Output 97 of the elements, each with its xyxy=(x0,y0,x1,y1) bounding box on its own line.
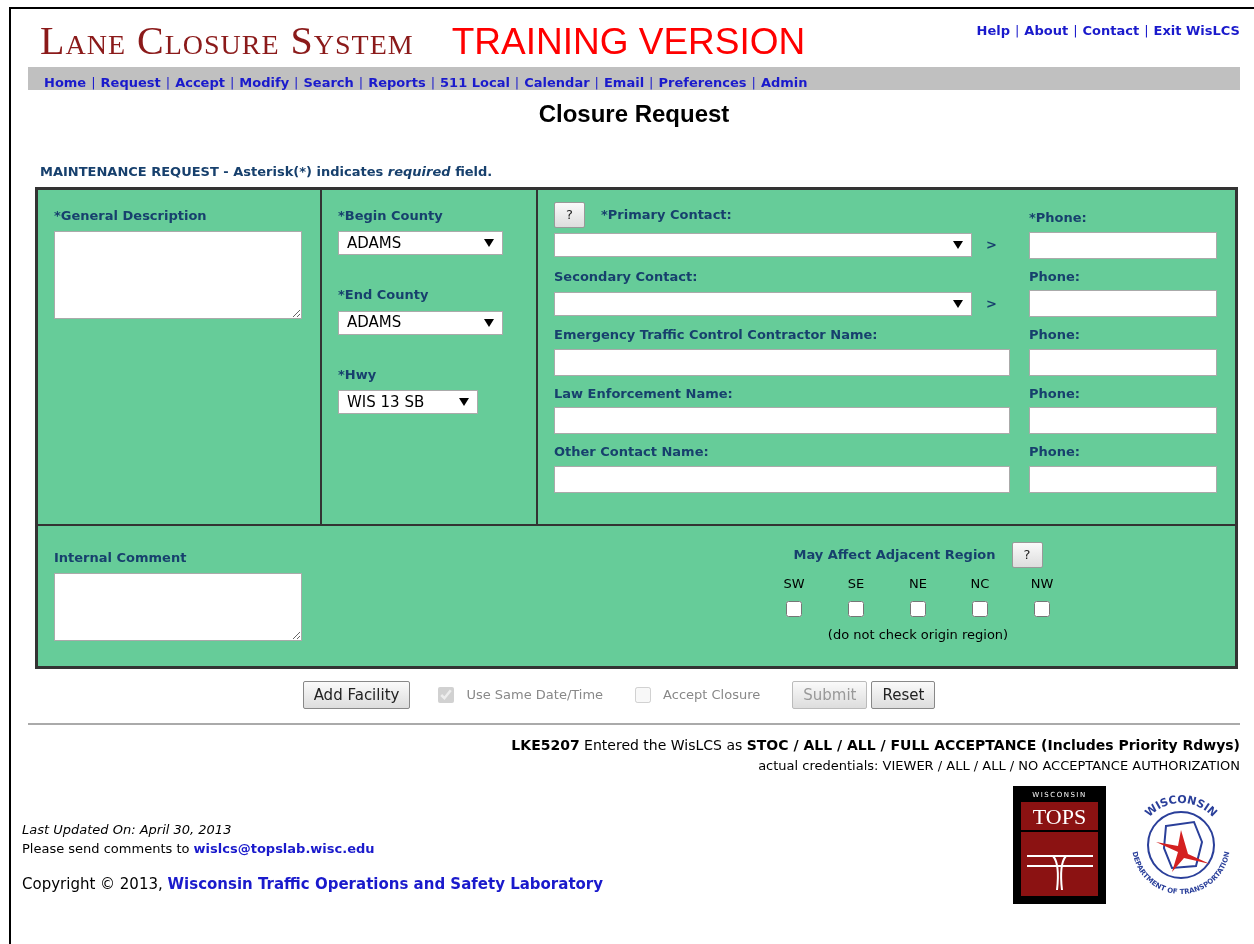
arrow-text: > xyxy=(986,294,997,313)
nav-link[interactable]: Email xyxy=(604,75,645,90)
separator: | xyxy=(1144,23,1149,38)
name-field[interactable] xyxy=(554,465,1010,493)
separator: | xyxy=(514,75,520,90)
org-link[interactable]: Wisconsin Traffic Operations and Safety Laboratory xyxy=(167,874,604,893)
training-title: TRAINING VERSION xyxy=(451,23,806,64)
select-value: ADAMS xyxy=(347,232,402,254)
field-label: Phone: xyxy=(1029,326,1081,344)
separator: | xyxy=(294,75,299,90)
field-label: *Begin County xyxy=(338,206,444,225)
nav-link[interactable]: Modify xyxy=(239,75,290,90)
phone-field[interactable] xyxy=(1029,231,1217,259)
name-field[interactable] xyxy=(554,407,1010,434)
separator: | xyxy=(1073,23,1078,38)
field-label: *Hwy xyxy=(338,365,378,384)
select-value: ADAMS xyxy=(347,312,402,334)
option-label: Use Same Date/Time xyxy=(466,686,604,704)
region-label: NW xyxy=(1030,574,1054,593)
site-title: Lane Closure System xyxy=(40,21,414,65)
separator: | xyxy=(1014,23,1020,38)
separator: | xyxy=(430,75,436,90)
nav-link[interactable]: Preferences xyxy=(658,75,747,90)
help-button[interactable]: ? xyxy=(1011,541,1043,568)
field-label: Phone: xyxy=(1029,384,1081,403)
nav-link[interactable]: Request xyxy=(100,75,161,90)
form-note: MAINTENANCE REQUEST - Asterisk(*) indicates required field. xyxy=(40,163,494,181)
header-link[interactable]: Help xyxy=(976,23,1010,38)
caret-icon xyxy=(953,298,963,309)
separator: | xyxy=(358,75,364,90)
field-label: *General Description xyxy=(54,206,208,225)
caret-icon xyxy=(484,317,494,328)
contact-email[interactable]: wislcs@topslab.wisc.edu xyxy=(193,841,375,856)
nav-link[interactable]: Calendar xyxy=(524,75,590,90)
field-label: May Affect Adjacent Region xyxy=(793,545,996,564)
comment-field[interactable] xyxy=(54,573,302,641)
comment-note: Please send comments to wislcs@topslab.wisc.edu xyxy=(22,840,376,858)
phone-field[interactable] xyxy=(1029,290,1217,317)
field-label: Internal Comment xyxy=(54,548,188,567)
region-label: SE xyxy=(847,574,865,593)
hint-text: (do not check origin region) xyxy=(827,626,1009,644)
region-checkbox[interactable] xyxy=(910,601,926,617)
nav-link[interactable]: Search xyxy=(303,75,354,90)
field-label: Phone: xyxy=(1029,267,1081,286)
region-label: NC xyxy=(970,574,990,593)
region-checkbox[interactable] xyxy=(848,601,864,617)
region-checkbox[interactable] xyxy=(786,601,802,617)
field-label: *End County xyxy=(338,286,430,304)
action-button[interactable]: Reset xyxy=(871,680,936,709)
separator: | xyxy=(751,75,756,90)
option-label: Accept Closure xyxy=(663,686,761,704)
field-label: Emergency Traffic Control Contractor Name: xyxy=(554,326,878,344)
nav-link[interactable]: Accept xyxy=(175,75,225,90)
credentials-info: actual credentials: VIEWER / ALL / ALL / NO ACCEPTANCE AUTHORIZATION xyxy=(757,757,1240,775)
separator: | xyxy=(91,75,96,90)
select-field[interactable] xyxy=(554,291,972,316)
field-label: Law Enforcement Name: xyxy=(554,384,733,403)
name-field[interactable] xyxy=(554,348,1010,376)
separator: | xyxy=(594,75,599,90)
phone-field[interactable] xyxy=(1029,407,1217,434)
caret-icon xyxy=(953,240,963,250)
region-checkbox[interactable] xyxy=(972,601,988,617)
select-field[interactable]: ADAMS xyxy=(338,231,503,255)
select-field[interactable]: ADAMS xyxy=(338,310,503,335)
separator: | xyxy=(165,75,171,90)
field-label: *Primary Contact: xyxy=(601,205,732,224)
select-field[interactable]: WIS 13 SB xyxy=(338,390,478,414)
separator: | xyxy=(229,75,235,90)
action-button[interactable]: Add Facility xyxy=(302,680,411,709)
page-title: Closure Request xyxy=(537,99,731,129)
region-label: NE xyxy=(909,574,927,593)
header-link[interactable]: Contact xyxy=(1082,23,1140,38)
nav-link[interactable]: Home xyxy=(44,75,87,90)
copyright-note: Copyright © 2013, Wisconsin Traffic Operations and Safety Laboratory xyxy=(22,873,604,895)
field-label: *Phone: xyxy=(1029,209,1088,227)
description-field[interactable] xyxy=(54,231,302,319)
caret-icon xyxy=(459,397,469,407)
separator: | xyxy=(649,75,654,90)
field-label: Phone: xyxy=(1029,443,1081,461)
field-label: Secondary Contact: xyxy=(554,267,698,286)
header-link[interactable]: Exit WisLCS xyxy=(1153,23,1240,38)
field-label: Other Contact Name: xyxy=(554,443,709,461)
arrow-text: > xyxy=(986,236,997,255)
nav-link[interactable]: Admin xyxy=(760,75,808,90)
session-info: LKE5207 Entered the WisLCS as STOC / ALL / ALL / FULL ACCEPTANCE (Includes Priority Rdwys) xyxy=(510,736,1240,755)
select-value: WIS 13 SB xyxy=(347,391,425,413)
nav-link[interactable]: Reports xyxy=(368,75,426,90)
caret-icon xyxy=(484,238,494,248)
select-field[interactable] xyxy=(554,233,972,257)
phone-field[interactable] xyxy=(1029,348,1217,376)
region-checkbox[interactable] xyxy=(1034,601,1050,617)
help-button[interactable]: ? xyxy=(554,201,585,228)
update-date: Last Updated On: April 30, 2013 xyxy=(22,820,233,839)
region-label: SW xyxy=(783,574,805,593)
header-link[interactable]: About xyxy=(1024,23,1069,38)
phone-field[interactable] xyxy=(1029,465,1217,493)
nav-link[interactable]: 511 Local xyxy=(440,75,510,90)
